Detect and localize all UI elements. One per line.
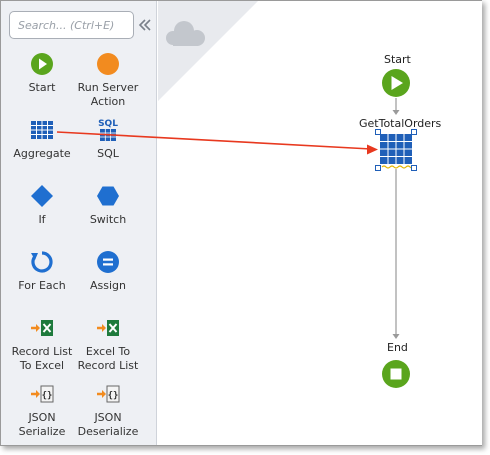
flow-canvas[interactable]: Start GetTotalOrders End — [158, 1, 482, 445]
tool-sql[interactable]: SQL SQL — [75, 117, 141, 161]
tool-excel-to-record-list[interactable]: Excel To Record List — [75, 315, 141, 373]
start-node-label: Start — [384, 53, 411, 66]
tool-for-each-label: For Each — [18, 279, 66, 292]
toolbox-panel: Search... (Ctrl+E) Start Run Server Acti… — [1, 1, 157, 445]
if-diamond-icon — [31, 185, 53, 207]
tool-start-label: Start — [28, 81, 56, 94]
tool-if-label: If — [38, 213, 46, 226]
json-serialize-icon: {} — [31, 385, 54, 403]
tool-run-server-action[interactable]: Run Server Action — [75, 51, 141, 109]
tool-switch-label: Switch — [89, 213, 127, 226]
tool-json-deserialize-label: JSON Deserialize — [77, 411, 139, 438]
json-deserialize-icon: {} — [97, 385, 120, 403]
start-play-icon — [31, 53, 53, 75]
canvas-graphics — [158, 1, 417, 388]
tool-switch[interactable]: Switch — [75, 183, 141, 227]
connector-arrowhead — [392, 110, 400, 115]
aggregate-node-label: GetTotalOrders — [359, 117, 442, 130]
svg-text:{}: {} — [108, 391, 119, 401]
tool-start[interactable]: Start — [9, 51, 75, 95]
tool-for-each[interactable]: For Each — [9, 249, 75, 293]
tool-if[interactable]: If — [9, 183, 75, 227]
aggregate-grid-icon — [31, 121, 53, 139]
tool-json-deserialize[interactable]: {} JSON Deserialize — [75, 381, 141, 439]
tool-json-serialize-label: JSON Serialize — [18, 411, 66, 438]
flow-editor-window: Search... (Ctrl+E) Start Run Server Acti… — [0, 0, 482, 446]
switch-hexagon-icon — [97, 186, 119, 206]
tool-assign[interactable]: Assign — [75, 249, 141, 293]
tool-excel-to-record-list-label: Excel To Record List — [77, 345, 139, 372]
tool-sql-label: SQL — [97, 147, 119, 160]
assign-equals-icon — [97, 251, 119, 273]
svg-text:{}: {} — [42, 391, 53, 401]
record-list-to-excel-icon — [31, 320, 53, 336]
excel-to-record-list-icon — [97, 320, 119, 336]
tool-json-serialize[interactable]: {} JSON Serialize — [9, 381, 75, 439]
run-server-action-circle-icon — [97, 53, 119, 75]
start-node-icon[interactable] — [382, 69, 410, 97]
for-each-loop-icon — [31, 251, 53, 273]
sql-database-icon: SQL — [98, 119, 118, 141]
collapse-double-chevron-icon[interactable] — [138, 16, 152, 34]
end-node-label: End — [387, 341, 408, 354]
tool-aggregate-label: Aggregate — [13, 147, 71, 160]
sql-icon-text: SQL — [98, 119, 118, 129]
connector-arrowhead — [392, 334, 400, 339]
tool-run-server-action-label: Run Server Action — [77, 81, 139, 108]
toolbox-search-input[interactable]: Search... (Ctrl+E) — [9, 11, 134, 39]
end-node-icon[interactable] — [382, 360, 410, 388]
tool-record-list-to-excel[interactable]: Record List To Excel — [9, 315, 75, 373]
tool-record-list-to-excel-label: Record List To Excel — [11, 345, 73, 372]
tool-aggregate[interactable]: Aggregate — [9, 117, 75, 161]
tool-assign-label: Assign — [90, 279, 126, 292]
aggregate-node-icon[interactable] — [380, 134, 415, 169]
server-side-triangle — [158, 1, 258, 101]
